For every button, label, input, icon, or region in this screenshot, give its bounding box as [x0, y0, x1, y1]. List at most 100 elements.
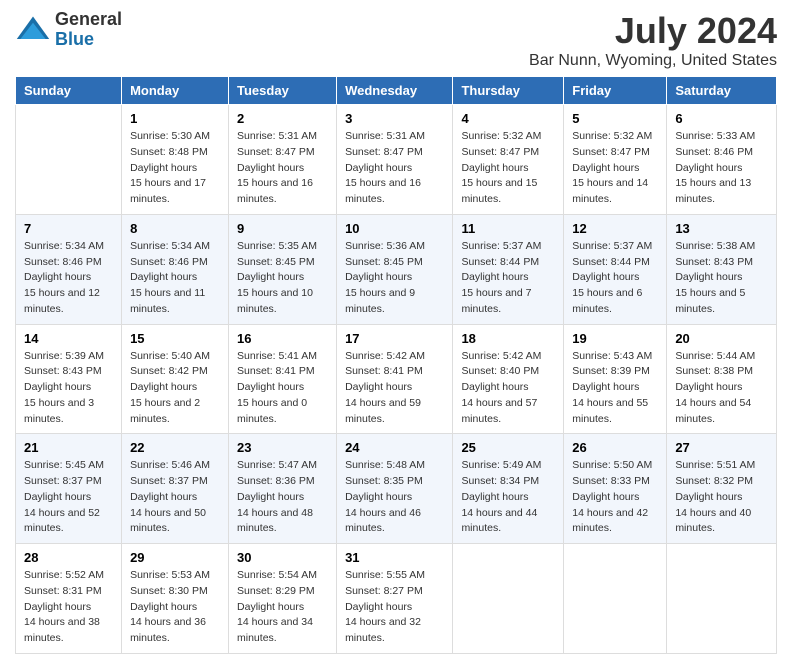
- day-number: 28: [24, 550, 113, 565]
- day-cell: 30 Sunrise: 5:54 AMSunset: 8:29 PMDayligh…: [229, 544, 337, 654]
- day-number: 10: [345, 221, 444, 236]
- week-row-3: 14Sunrise: 5:39 AMSunset: 8:43 PMDayligh…: [16, 324, 777, 434]
- day-cell: 28 Sunrise: 5:52 AMSunset: 8:31 PMDayligh…: [16, 544, 122, 654]
- day-info: Sunrise: 5:45 AMSunset: 8:37 PMDaylight …: [24, 458, 113, 537]
- header-saturday: Saturday: [667, 77, 777, 105]
- day-cell: 15 Sunrise: 5:40 AMSunset: 8:42 PMDayligh…: [122, 324, 229, 434]
- week-row-4: 21 Sunrise: 5:45 AMSunset: 8:37 PMDayligh…: [16, 434, 777, 544]
- day-info: Sunrise: 5:51 AMSunset: 8:32 PMDaylight …: [675, 458, 768, 537]
- day-info: Sunrise: 5:43 AMSunset: 8:39 PMDaylight …: [572, 349, 658, 428]
- day-cell: 9 Sunrise: 5:35 AMSunset: 8:45 PMDaylight…: [229, 214, 337, 324]
- day-cell: [564, 544, 667, 654]
- day-info: Sunrise: 5:42 AMSunset: 8:40 PMDaylight …: [461, 349, 555, 428]
- day-number: 19: [572, 331, 658, 346]
- day-cell: 2Sunrise: 5:31 AMSunset: 8:47 PMDaylight…: [229, 105, 337, 215]
- header-friday: Friday: [564, 77, 667, 105]
- day-number: 7: [24, 221, 113, 236]
- day-number: 9: [237, 221, 328, 236]
- day-cell: 25 Sunrise: 5:49 AMSunset: 8:34 PMDayligh…: [453, 434, 564, 544]
- day-cell: 1 Sunrise: 5:30 AMSunset: 8:48 PMDaylight…: [122, 105, 229, 215]
- day-number: 31: [345, 550, 444, 565]
- day-cell: 12Sunrise: 5:37 AMSunset: 8:44 PMDayligh…: [564, 214, 667, 324]
- day-cell: [667, 544, 777, 654]
- day-info: Sunrise: 5:49 AMSunset: 8:34 PMDaylight …: [461, 458, 555, 537]
- day-cell: 5Sunrise: 5:32 AMSunset: 8:47 PMDaylight…: [564, 105, 667, 215]
- header-row: SundayMondayTuesdayWednesdayThursdayFrid…: [16, 77, 777, 105]
- day-cell: 6Sunrise: 5:33 AMSunset: 8:46 PMDaylight…: [667, 105, 777, 215]
- day-number: 21: [24, 440, 113, 455]
- day-info: Sunrise: 5:35 AMSunset: 8:45 PMDaylight …: [237, 239, 328, 318]
- logo-blue: Blue: [55, 30, 122, 50]
- day-info: Sunrise: 5:34 AMSunset: 8:46 PMDaylight …: [130, 239, 220, 318]
- title-area: July 2024 Bar Nunn, Wyoming, United Stat…: [529, 10, 777, 70]
- header-sunday: Sunday: [16, 77, 122, 105]
- day-cell: 27 Sunrise: 5:51 AMSunset: 8:32 PMDayligh…: [667, 434, 777, 544]
- day-number: 20: [675, 331, 768, 346]
- logo-text: General Blue: [55, 10, 122, 50]
- day-cell: 10 Sunrise: 5:36 AMSunset: 8:45 PMDayligh…: [337, 214, 453, 324]
- header-thursday: Thursday: [453, 77, 564, 105]
- day-info: Sunrise: 5:52 AMSunset: 8:31 PMDaylight …: [24, 568, 113, 647]
- day-cell: 31 Sunrise: 5:55 AMSunset: 8:27 PMDayligh…: [337, 544, 453, 654]
- main-title: July 2024: [529, 10, 777, 52]
- day-cell: 11 Sunrise: 5:37 AMSunset: 8:44 PMDayligh…: [453, 214, 564, 324]
- day-cell: 29 Sunrise: 5:53 AMSunset: 8:30 PMDayligh…: [122, 544, 229, 654]
- day-number: 27: [675, 440, 768, 455]
- day-number: 18: [461, 331, 555, 346]
- day-number: 30: [237, 550, 328, 565]
- header-wednesday: Wednesday: [337, 77, 453, 105]
- day-cell: 19 Sunrise: 5:43 AMSunset: 8:39 PMDayligh…: [564, 324, 667, 434]
- day-info: Sunrise: 5:31 AMSunset: 8:47 PMDaylight …: [237, 129, 328, 208]
- day-number: 29: [130, 550, 220, 565]
- day-info: Sunrise: 5:44 AMSunset: 8:38 PMDaylight …: [675, 349, 768, 428]
- day-cell: 14Sunrise: 5:39 AMSunset: 8:43 PMDayligh…: [16, 324, 122, 434]
- header-monday: Monday: [122, 77, 229, 105]
- logo: General Blue: [15, 10, 122, 50]
- logo-icon: [15, 12, 51, 48]
- day-info: Sunrise: 5:46 AMSunset: 8:37 PMDaylight …: [130, 458, 220, 537]
- day-number: 1: [130, 111, 220, 126]
- day-cell: 17Sunrise: 5:42 AMSunset: 8:41 PMDayligh…: [337, 324, 453, 434]
- sub-title: Bar Nunn, Wyoming, United States: [529, 52, 777, 70]
- day-number: 16: [237, 331, 328, 346]
- day-info: Sunrise: 5:42 AMSunset: 8:41 PMDaylight …: [345, 349, 444, 428]
- day-info: Sunrise: 5:54 AMSunset: 8:29 PMDaylight …: [237, 568, 328, 647]
- day-info: Sunrise: 5:32 AMSunset: 8:47 PMDaylight …: [461, 129, 555, 208]
- day-cell: 20 Sunrise: 5:44 AMSunset: 8:38 PMDayligh…: [667, 324, 777, 434]
- header-tuesday: Tuesday: [229, 77, 337, 105]
- logo-general: General: [55, 10, 122, 30]
- day-info: Sunrise: 5:55 AMSunset: 8:27 PMDaylight …: [345, 568, 444, 647]
- day-info: Sunrise: 5:40 AMSunset: 8:42 PMDaylight …: [130, 349, 220, 428]
- day-number: 13: [675, 221, 768, 236]
- day-cell: 3Sunrise: 5:31 AMSunset: 8:47 PMDaylight…: [337, 105, 453, 215]
- day-cell: 22 Sunrise: 5:46 AMSunset: 8:37 PMDayligh…: [122, 434, 229, 544]
- week-row-2: 7 Sunrise: 5:34 AMSunset: 8:46 PMDaylight…: [16, 214, 777, 324]
- day-number: 22: [130, 440, 220, 455]
- day-info: Sunrise: 5:47 AMSunset: 8:36 PMDaylight …: [237, 458, 328, 537]
- day-info: Sunrise: 5:38 AMSunset: 8:43 PMDaylight …: [675, 239, 768, 318]
- day-cell: 8 Sunrise: 5:34 AMSunset: 8:46 PMDaylight…: [122, 214, 229, 324]
- day-number: 4: [461, 111, 555, 126]
- day-info: Sunrise: 5:53 AMSunset: 8:30 PMDaylight …: [130, 568, 220, 647]
- calendar-table: SundayMondayTuesdayWednesdayThursdayFrid…: [15, 76, 777, 654]
- day-number: 11: [461, 221, 555, 236]
- day-cell: 26Sunrise: 5:50 AMSunset: 8:33 PMDayligh…: [564, 434, 667, 544]
- day-info: Sunrise: 5:30 AMSunset: 8:48 PMDaylight …: [130, 129, 220, 208]
- day-number: 24: [345, 440, 444, 455]
- day-info: Sunrise: 5:48 AMSunset: 8:35 PMDaylight …: [345, 458, 444, 537]
- day-number: 6: [675, 111, 768, 126]
- day-cell: 4 Sunrise: 5:32 AMSunset: 8:47 PMDaylight…: [453, 105, 564, 215]
- day-cell: 13 Sunrise: 5:38 AMSunset: 8:43 PMDayligh…: [667, 214, 777, 324]
- day-number: 8: [130, 221, 220, 236]
- day-cell: 16Sunrise: 5:41 AMSunset: 8:41 PMDayligh…: [229, 324, 337, 434]
- day-number: 23: [237, 440, 328, 455]
- day-info: Sunrise: 5:34 AMSunset: 8:46 PMDaylight …: [24, 239, 113, 318]
- day-info: Sunrise: 5:36 AMSunset: 8:45 PMDaylight …: [345, 239, 444, 318]
- day-cell: 18 Sunrise: 5:42 AMSunset: 8:40 PMDayligh…: [453, 324, 564, 434]
- day-info: Sunrise: 5:37 AMSunset: 8:44 PMDaylight …: [461, 239, 555, 318]
- header: General Blue July 2024 Bar Nunn, Wyoming…: [15, 10, 777, 70]
- day-number: 25: [461, 440, 555, 455]
- day-info: Sunrise: 5:50 AMSunset: 8:33 PMDaylight …: [572, 458, 658, 537]
- day-cell: 24 Sunrise: 5:48 AMSunset: 8:35 PMDayligh…: [337, 434, 453, 544]
- day-number: 15: [130, 331, 220, 346]
